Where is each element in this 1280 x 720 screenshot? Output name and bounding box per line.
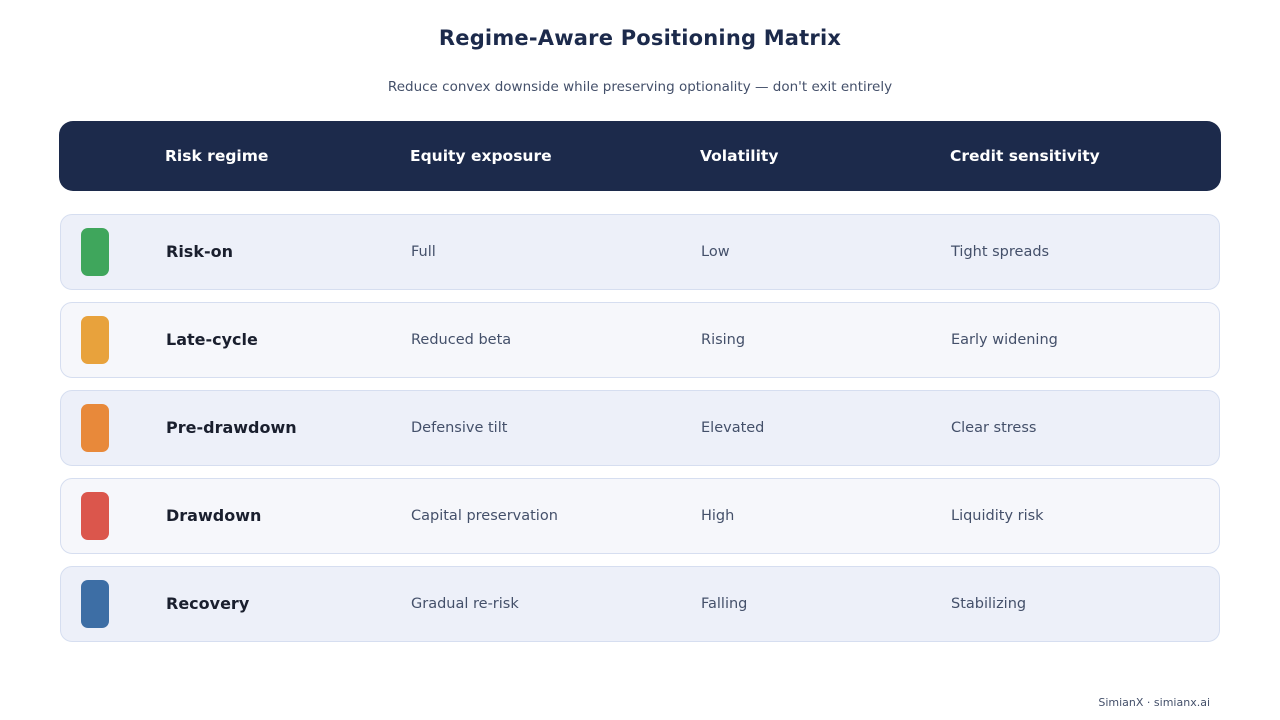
regime-name: Risk-on [166, 242, 233, 261]
table-row: Drawdown Capital preservation High Liqui… [60, 478, 1220, 554]
regime-color-swatch [81, 404, 109, 452]
table-row: Late-cycle Reduced beta Rising Early wid… [60, 302, 1220, 378]
volatility-value: High [701, 508, 735, 524]
footer-credit: SimianX · simianx.ai [1098, 696, 1210, 709]
table-row: Risk-on Full Low Tight spreads [60, 214, 1220, 290]
volatility-value: Rising [701, 332, 746, 348]
page-title: Regime-Aware Positioning Matrix [438, 26, 842, 50]
regime-color-swatch [81, 492, 109, 540]
table-row: Recovery Gradual re-risk Falling Stabili… [60, 566, 1220, 642]
header-risk-regime: Risk regime [165, 147, 269, 165]
regime-name: Recovery [166, 594, 250, 613]
table-row: Pre-drawdown Defensive tilt Elevated Cle… [60, 390, 1220, 466]
volatility-value: Elevated [701, 420, 765, 436]
credit-sensitivity-value: Liquidity risk [951, 508, 1044, 524]
regime-color-swatch [81, 580, 109, 628]
credit-sensitivity-value: Tight spreads [951, 244, 1050, 260]
regime-name: Pre-drawdown [166, 418, 297, 437]
credit-sensitivity-value: Early widening [951, 332, 1058, 348]
header-equity-exposure: Equity exposure [410, 147, 552, 165]
volatility-value: Low [701, 244, 730, 260]
equity-exposure-value: Gradual re-risk [411, 596, 519, 612]
equity-exposure-value: Full [411, 244, 436, 260]
regime-name: Drawdown [166, 506, 262, 525]
regime-name: Late-cycle [166, 330, 258, 349]
equity-exposure-value: Capital preservation [411, 508, 558, 524]
credit-sensitivity-value: Stabilizing [951, 596, 1027, 612]
regime-color-swatch [81, 316, 109, 364]
header-volatility: Volatility [700, 147, 779, 165]
equity-exposure-value: Reduced beta [411, 332, 512, 348]
table-header: Risk regime Equity exposure Volatility C… [59, 121, 1221, 191]
equity-exposure-value: Defensive tilt [411, 420, 508, 436]
credit-sensitivity-value: Clear stress [951, 420, 1037, 436]
header-credit-sensitivity: Credit sensitivity [950, 147, 1100, 165]
regime-color-swatch [81, 228, 109, 276]
page-subtitle: Reduce convex downside while preserving … [387, 79, 893, 95]
volatility-value: Falling [701, 596, 748, 612]
slide: Regime-Aware Positioning Matrix Reduce c… [0, 0, 1280, 720]
